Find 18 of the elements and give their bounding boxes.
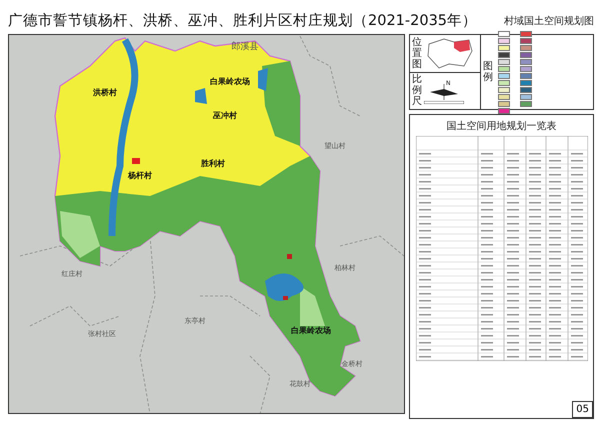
- place-label: 白果岭农场: [210, 77, 250, 86]
- place-label: 胜利村: [201, 159, 225, 168]
- place-label: 洪桥村: [93, 88, 117, 97]
- place-label: 杨杆村: [128, 171, 152, 180]
- place-label: 郎溪县: [232, 42, 258, 52]
- boundary-line: [250, 356, 270, 413]
- boundary-line: [340, 236, 404, 256]
- place-label: 巫冲村: [213, 111, 237, 120]
- scale-bar-icon: [424, 100, 464, 104]
- boundary-line: [200, 296, 260, 316]
- place-label: 白果岭农场: [291, 326, 331, 335]
- sheet-subtitle: 村域国土空间规划图: [504, 14, 594, 28]
- table-title: 国土空间用地规划一览表: [446, 120, 556, 133]
- location-map-label: 位置图: [412, 36, 422, 70]
- scale-label: 比例尺: [412, 74, 422, 108]
- legend-label: 图例: [483, 61, 493, 83]
- sheet-title: 广德市誓节镇杨杆、洪桥、巫冲、胜利片区村庄规划（2021-2035年）: [8, 12, 478, 30]
- page-number: 05: [572, 401, 593, 418]
